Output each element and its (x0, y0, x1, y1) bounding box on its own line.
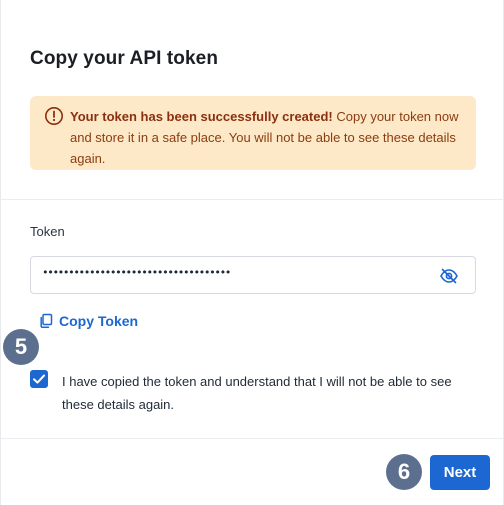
token-field[interactable]: •••••••••••••••••••••••••••••••••••• (30, 256, 476, 294)
copy-token-label[interactable]: Copy Token (59, 313, 138, 329)
copy-token-link[interactable]: Copy Token (38, 313, 138, 329)
checkmark-icon (33, 374, 45, 384)
next-button[interactable]: Next (430, 455, 490, 490)
step-badge-5: 5 (3, 329, 39, 365)
api-token-dialog: Copy your API token Your token has been … (0, 0, 504, 505)
warning-circle-icon (45, 107, 63, 125)
alert-message: Your token has been successfully created… (70, 109, 458, 166)
dialog-title: Copy your API token (30, 48, 219, 69)
divider (0, 199, 504, 200)
alert-bold-text: Your token has been successfully created… (70, 109, 333, 124)
confirmation-checkbox[interactable] (30, 370, 48, 388)
token-label: Token (30, 224, 65, 239)
footer-divider (0, 438, 504, 439)
confirmation-text: I have copied the token and understand t… (62, 374, 452, 412)
token-masked-value[interactable]: •••••••••••••••••••••••••••••••••••• (42, 266, 231, 279)
success-alert: Your token has been successfully created… (30, 96, 476, 170)
copy-icon (40, 313, 53, 329)
eye-off-icon[interactable] (439, 266, 459, 286)
step-badge-6: 6 (386, 454, 422, 490)
